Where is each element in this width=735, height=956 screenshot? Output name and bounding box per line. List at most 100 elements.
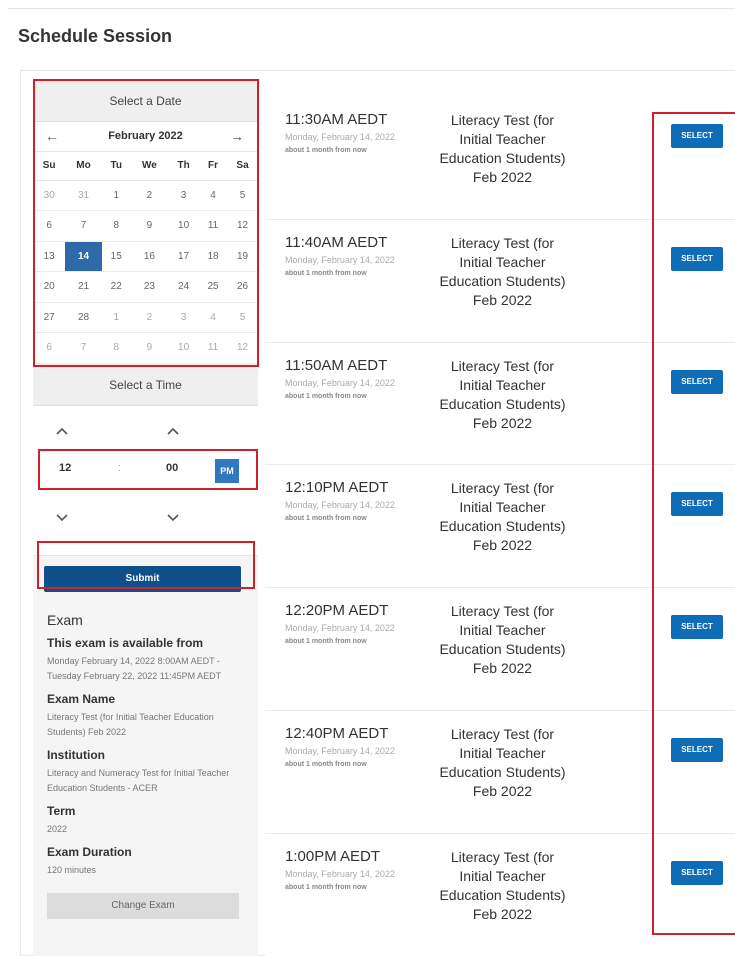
calendar-day[interactable]: 6 <box>33 210 66 242</box>
calendar-day[interactable]: 8 <box>101 210 131 242</box>
calendar-week: 6 7 8 9 10 11 12 <box>33 210 258 242</box>
calendar-day[interactable]: 3 <box>168 302 199 333</box>
calendar-day[interactable]: 22 <box>101 271 131 303</box>
calendar-day[interactable]: 2 <box>130 180 169 211</box>
arrow-right-icon[interactable]: → <box>230 128 244 144</box>
slot-relative-time: about 1 month from now <box>285 515 367 523</box>
minute-down-chevron-icon[interactable] <box>166 510 180 524</box>
select-button[interactable]: SELECT <box>671 124 723 148</box>
date-picker-header: Select a Date <box>33 80 258 122</box>
calendar-day-selected[interactable]: 14 <box>65 241 102 272</box>
slot-relative-time: about 1 month from now <box>285 883 367 891</box>
hour-down-chevron-icon[interactable] <box>55 510 69 524</box>
weekday-label: Su <box>33 152 66 181</box>
calendar-day[interactable]: 4 <box>199 302 228 333</box>
calendar-day[interactable]: 25 <box>199 271 228 303</box>
slot-time: 12:20PM AEDT <box>285 602 389 620</box>
calendar-day[interactable]: 16 <box>130 241 169 272</box>
calendar-day[interactable]: 4 <box>199 180 228 211</box>
change-exam-button[interactable]: Change Exam <box>47 892 239 919</box>
time-picker: 12 : 00 PM <box>33 405 258 556</box>
calendar-day[interactable]: 30 <box>33 180 66 211</box>
calendar-day[interactable]: 10 <box>168 210 199 242</box>
duration-value: 120 minutes <box>47 864 97 875</box>
calendar-nav: ← February 2022 → <box>33 122 258 152</box>
calendar-week: 27 28 1 2 3 4 5 <box>33 302 258 333</box>
left-column: Select a Date ← February 2022 → Su Mo Tu We… <box>33 80 258 956</box>
select-button[interactable]: SELECT <box>671 615 723 640</box>
select-button[interactable]: SELECT <box>671 737 723 762</box>
calendar-day[interactable]: 1 <box>101 180 131 211</box>
exam-name-label: Exam Name <box>47 691 116 706</box>
calendar-day[interactable]: 1 <box>101 302 131 333</box>
calendar-day[interactable]: 13 <box>33 241 66 272</box>
slot-exam-name: Literacy Test (for Initial Teacher Educa… <box>439 357 566 431</box>
slot-time: 12:40PM AEDT <box>285 724 389 742</box>
calendar-day[interactable]: 18 <box>199 241 228 272</box>
available-value: Monday February 14, 2022 8:00AM AEDT - T… <box>47 655 222 681</box>
page-title: Schedule Session <box>18 26 173 46</box>
calendar-day[interactable]: 24 <box>168 271 199 303</box>
slot-exam-name: Literacy Test (for Initial Teacher Educa… <box>439 480 566 554</box>
calendar-day[interactable]: 20 <box>33 271 66 303</box>
slot-exam-name: Literacy Test (for Initial Teacher Educa… <box>439 234 566 308</box>
slot-date: Monday, February 14, 2022 <box>285 868 395 879</box>
slot-exam-name: Literacy Test (for Initial Teacher Educa… <box>439 603 566 677</box>
calendar-day[interactable]: 5 <box>227 302 258 333</box>
calendar-day[interactable]: 7 <box>65 332 102 364</box>
calendar-day[interactable]: 19 <box>227 241 258 272</box>
calendar-day[interactable]: 15 <box>101 241 131 272</box>
weekday-row: Su Mo Tu We Th Fr Sa <box>33 152 258 181</box>
calendar-day[interactable]: 21 <box>65 271 102 303</box>
select-button[interactable]: SELECT <box>671 860 723 885</box>
top-divider <box>8 8 735 9</box>
calendar-day[interactable]: 11 <box>199 332 228 364</box>
calendar-day[interactable]: 26 <box>227 271 258 303</box>
weekday-label: Tu <box>101 152 131 181</box>
select-button[interactable]: SELECT <box>671 492 723 517</box>
term-value: 2022 <box>47 823 68 834</box>
slot-date: Monday, February 14, 2022 <box>285 623 395 634</box>
weekday-label: Sa <box>227 152 258 181</box>
calendar-day[interactable]: 27 <box>33 302 66 333</box>
institution-value: Literacy and Numeracy Test for Initial T… <box>47 767 230 793</box>
slot-relative-time: about 1 month from now <box>285 638 367 646</box>
calendar-day[interactable]: 12 <box>227 210 258 242</box>
calendar-day[interactable]: 3 <box>168 180 199 211</box>
calendar-day[interactable]: 10 <box>168 332 199 364</box>
calendar-day[interactable]: 9 <box>130 210 169 242</box>
submit-area: Submit <box>33 555 258 606</box>
minute-field[interactable]: 00 <box>166 462 178 474</box>
hour-field[interactable]: 12 <box>59 462 71 474</box>
time-separator: : <box>118 461 122 474</box>
exam-info: Exam This exam is available from Monday … <box>33 606 258 919</box>
ampm-toggle-button[interactable]: PM <box>215 458 239 483</box>
slot-relative-time: about 1 month from now <box>285 392 367 400</box>
calendar-day[interactable]: 6 <box>33 332 66 364</box>
calendar-day[interactable]: 23 <box>130 271 169 303</box>
select-button[interactable]: SELECT <box>671 369 723 394</box>
calendar-day[interactable]: 11 <box>199 210 228 242</box>
calendar-day[interactable]: 31 <box>65 180 102 211</box>
calendar-day[interactable]: 28 <box>65 302 102 333</box>
weekday-label: Th <box>168 152 199 181</box>
calendar-day[interactable]: 8 <box>101 332 131 364</box>
calendar-day[interactable]: 12 <box>227 332 258 364</box>
slot-date: Monday, February 14, 2022 <box>285 377 395 388</box>
slot-time: 11:40AM AEDT <box>285 233 388 251</box>
hour-up-chevron-icon[interactable] <box>55 424 69 438</box>
slot-relative-time: about 1 month from now <box>285 269 367 277</box>
minute-up-chevron-icon[interactable] <box>166 424 180 438</box>
slot-exam-name: Literacy Test (for Initial Teacher Educa… <box>439 112 566 185</box>
submit-button[interactable]: Submit <box>44 565 241 592</box>
calendar-day[interactable]: 7 <box>65 210 102 242</box>
weekday-label: Mo <box>65 152 102 181</box>
select-button[interactable]: SELECT <box>671 246 723 271</box>
calendar-day[interactable]: 5 <box>227 180 258 211</box>
calendar-day[interactable]: 9 <box>130 332 169 364</box>
slot-date: Monday, February 14, 2022 <box>285 500 395 511</box>
calendar-week: 20 21 22 23 24 25 26 <box>33 271 258 303</box>
term-label: Term <box>47 803 76 818</box>
calendar-day[interactable]: 2 <box>130 302 169 333</box>
calendar-day[interactable]: 17 <box>168 241 199 272</box>
